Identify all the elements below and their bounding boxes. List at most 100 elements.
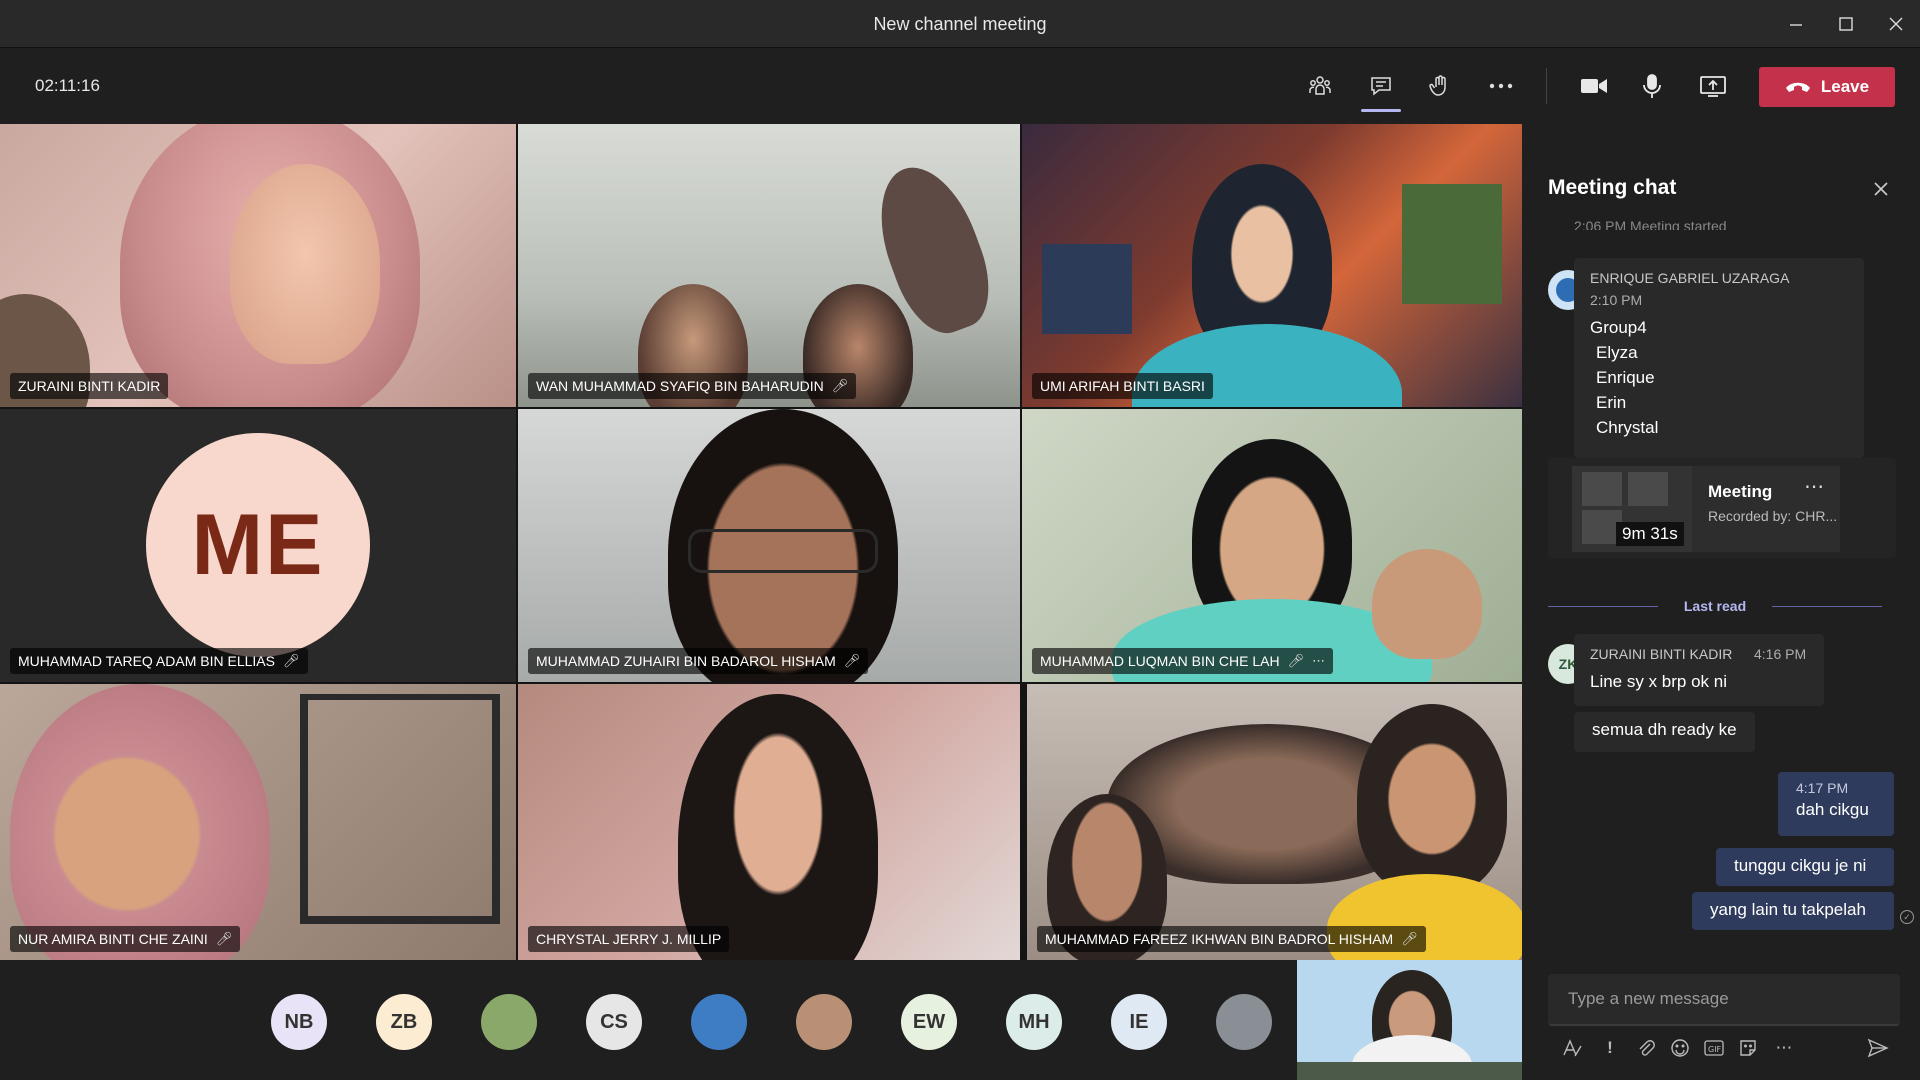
roster-avatar[interactable]: CS bbox=[586, 994, 642, 1050]
roster-avatar[interactable]: IE bbox=[1111, 994, 1167, 1050]
maximize-button[interactable] bbox=[1826, 8, 1866, 40]
compose-box[interactable] bbox=[1548, 974, 1900, 1026]
roster-avatar[interactable]: MH bbox=[1006, 994, 1062, 1050]
more-icon[interactable]: ⋯ bbox=[1312, 653, 1325, 669]
recording-message: 9m 31s Meeting Recorded by: CHR... ⋯ bbox=[1548, 458, 1896, 558]
important-icon[interactable]: ! bbox=[1596, 1034, 1624, 1062]
recording-title: Meeting bbox=[1708, 482, 1773, 501]
more-icon bbox=[1489, 83, 1513, 89]
participant-name-label: MUHAMMAD TAREQ ADAM BIN ELLIAS 🎤︎ bbox=[10, 648, 308, 674]
message-text: semua dh ready ke bbox=[1592, 720, 1737, 739]
recording-subtitle: Recorded by: CHR... bbox=[1708, 508, 1838, 524]
muted-mic-icon: 🎤︎ bbox=[831, 378, 849, 393]
camera-button[interactable] bbox=[1572, 66, 1616, 106]
participant-video bbox=[10, 684, 270, 960]
message-time: 4:17 PM bbox=[1796, 780, 1849, 796]
more-icon[interactable]: ⋯ bbox=[1770, 1034, 1798, 1062]
participant-name: MUHAMMAD TAREQ ADAM BIN ELLIAS bbox=[18, 653, 275, 669]
meeting-toolbar: 02:11:16 Leave bbox=[0, 48, 1920, 124]
participant-name-label: WAN MUHAMMAD SYAFIQ BIN BAHARUDIN 🎤︎ bbox=[528, 373, 857, 399]
roster-avatar[interactable]: ZB bbox=[376, 994, 432, 1050]
message-sender: ENRIQUE GABRIEL UZARAGA bbox=[1590, 270, 1790, 286]
title-bar: New channel meeting bbox=[0, 0, 1920, 48]
maximize-icon bbox=[1839, 17, 1853, 31]
close-window-button[interactable] bbox=[1876, 8, 1916, 40]
people-icon bbox=[1309, 76, 1331, 95]
share-screen-button[interactable] bbox=[1691, 66, 1735, 106]
raise-hand-button[interactable] bbox=[1418, 66, 1462, 106]
participant-name-label: MUHAMMAD ZUHAIRI BIN BADAROL HISHAM 🎤︎ bbox=[528, 648, 869, 674]
participant-name: ZURAINI BINTI KADIR bbox=[18, 378, 161, 394]
window-title: New channel meeting bbox=[873, 14, 1047, 34]
message-line: Enrique bbox=[1596, 368, 1655, 387]
last-read-divider: Last read bbox=[1548, 596, 1882, 616]
video-tile[interactable]: MUHAMMAD FAREEZ IKHWAN BIN BADROL HISHAM… bbox=[1027, 684, 1522, 960]
participant-name: UMI ARIFAH BINTI BASRI bbox=[1040, 378, 1205, 394]
compose-toolbar: ! GIF ⋯ bbox=[1548, 1034, 1900, 1066]
message-sender: ZURAINI BINTI KADIR bbox=[1590, 646, 1733, 662]
my-message: 4:17 PM dah cikgu bbox=[1778, 772, 1894, 836]
divider-line bbox=[1772, 606, 1882, 607]
video-tile[interactable]: MUHAMMAD ZUHAIRI BIN BADAROL HISHAM 🎤︎ bbox=[518, 409, 1020, 682]
roster-avatar[interactable] bbox=[481, 994, 537, 1050]
message-input[interactable] bbox=[1548, 974, 1900, 1024]
message-text: tunggu cikgu je ni bbox=[1734, 856, 1867, 875]
background-bunk-bed bbox=[300, 694, 500, 924]
meeting-timer: 02:11:16 bbox=[35, 76, 100, 95]
message-line: Chrystal bbox=[1596, 418, 1659, 437]
recording-info[interactable]: Meeting Recorded by: CHR... ⋯ bbox=[1692, 466, 1840, 552]
participant-name-label: NUR AMIRA BINTI CHE ZAINI 🎤︎ bbox=[10, 926, 241, 952]
video-tile[interactable]: ZURAINI BINTI KADIR bbox=[0, 124, 516, 407]
participant-name: CHRYSTAL JERRY J. MILLIP bbox=[536, 931, 722, 947]
my-message: yang lain tu takpelah bbox=[1692, 892, 1894, 930]
chat-message: ENRIQUE GABRIEL UZARAGA 2:10 PM Group4 E… bbox=[1574, 258, 1864, 458]
emoji-icon[interactable] bbox=[1666, 1034, 1694, 1062]
message-time: 4:16 PM bbox=[1754, 646, 1807, 662]
roster-avatar[interactable]: EW bbox=[901, 994, 957, 1050]
more-actions-button[interactable] bbox=[1479, 66, 1523, 106]
microphone-button[interactable] bbox=[1630, 66, 1674, 106]
hand-icon bbox=[1429, 75, 1446, 96]
roster-avatar[interactable]: NB bbox=[271, 994, 327, 1050]
muted-mic-icon: 🎤︎ bbox=[1401, 931, 1418, 946]
minimize-button[interactable] bbox=[1776, 8, 1816, 40]
recording-thumbnail[interactable]: 9m 31s bbox=[1572, 466, 1692, 552]
thumb-tile bbox=[1582, 472, 1622, 506]
sticker-icon[interactable] bbox=[1734, 1034, 1762, 1062]
thumb-tile bbox=[1628, 472, 1668, 506]
video-tile[interactable]: MUHAMMAD LUQMAN BIN CHE LAH 🎤︎ ⋯ bbox=[1022, 409, 1522, 682]
attach-icon[interactable] bbox=[1632, 1034, 1660, 1062]
sent-check-icon: ✓ bbox=[1900, 910, 1914, 924]
gif-icon[interactable]: GIF bbox=[1700, 1034, 1728, 1062]
share-screen-icon bbox=[1700, 76, 1726, 97]
format-icon[interactable] bbox=[1558, 1034, 1586, 1062]
system-message: 2:06 PM Meeting started bbox=[1574, 218, 1727, 230]
close-chat-button[interactable] bbox=[1866, 174, 1896, 204]
message-line: Group4 bbox=[1590, 318, 1647, 337]
video-tile[interactable]: ME MUHAMMAD TAREQ ADAM BIN ELLIAS 🎤︎ bbox=[0, 409, 516, 682]
video-tile[interactable]: CHRYSTAL JERRY J. MILLIP bbox=[518, 684, 1020, 960]
video-grid: ZURAINI BINTI KADIR WAN MUHAMMAD SYAFIQ … bbox=[0, 124, 1522, 960]
message-text: Line sy x brp ok ni bbox=[1590, 672, 1728, 691]
chat-button[interactable] bbox=[1359, 66, 1403, 112]
more-options-icon[interactable]: ⋯ bbox=[1804, 474, 1824, 499]
muted-mic-icon: 🎤︎ bbox=[1287, 653, 1305, 668]
recording-duration: 9m 31s bbox=[1616, 522, 1684, 546]
participant-name: MUHAMMAD ZUHAIRI BIN BADAROL HISHAM bbox=[536, 653, 836, 669]
self-view-video[interactable] bbox=[1297, 960, 1522, 1080]
minimize-icon bbox=[1790, 24, 1802, 26]
leave-button[interactable]: Leave bbox=[1759, 67, 1895, 107]
send-icon[interactable] bbox=[1864, 1034, 1892, 1062]
roster-avatar[interactable] bbox=[1216, 994, 1272, 1050]
roster-avatar[interactable] bbox=[796, 994, 852, 1050]
participants-button[interactable] bbox=[1298, 66, 1342, 106]
video-tile[interactable]: WAN MUHAMMAD SYAFIQ BIN BAHARUDIN 🎤︎ bbox=[518, 124, 1020, 407]
roster-avatar[interactable] bbox=[691, 994, 747, 1050]
video-tile[interactable]: UMI ARIFAH BINTI BASRI bbox=[1022, 124, 1522, 407]
background-art bbox=[1402, 184, 1502, 304]
chat-message: semua dh ready ke bbox=[1574, 712, 1755, 752]
video-tile[interactable]: NUR AMIRA BINTI CHE ZAINI 🎤︎ bbox=[0, 684, 516, 960]
muted-mic-icon: 🎤︎ bbox=[843, 653, 861, 668]
message-text: dah cikgu bbox=[1796, 800, 1869, 819]
muted-mic-icon: 🎤︎ bbox=[215, 931, 233, 946]
